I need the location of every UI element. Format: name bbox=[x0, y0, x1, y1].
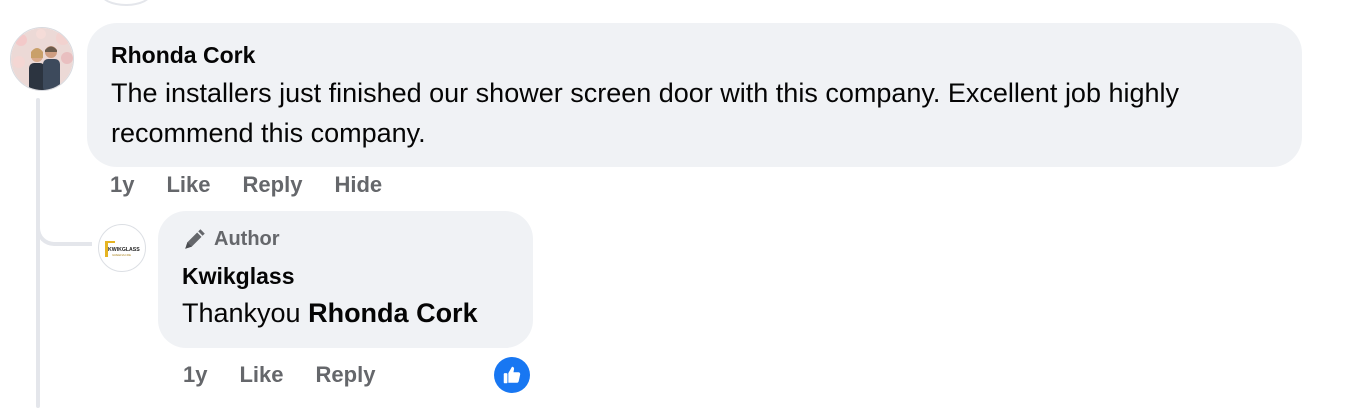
reply-avatar[interactable]: KWIKGLASS GREENACRE bbox=[98, 224, 146, 272]
reply-reply-button[interactable]: Reply bbox=[316, 362, 376, 388]
reply-like-button[interactable]: Like bbox=[239, 362, 283, 388]
reply-actions: 1y Like Reply bbox=[183, 362, 407, 388]
comment-timestamp[interactable]: 1y bbox=[110, 172, 134, 198]
previous-avatar-fragment bbox=[100, 0, 152, 6]
reply-text-prefix: Thankyou bbox=[182, 298, 309, 328]
mention-link[interactable]: Rhonda Cork bbox=[308, 298, 478, 328]
reply-author-name[interactable]: Kwikglass bbox=[182, 261, 509, 291]
reply-bubble: Author Kwikglass Thankyou Rhonda Cork bbox=[158, 211, 533, 348]
reply-connector-line bbox=[36, 206, 92, 246]
reply-button[interactable]: Reply bbox=[243, 172, 303, 198]
author-badge-label: Author bbox=[214, 227, 280, 250]
hide-button[interactable]: Hide bbox=[334, 172, 382, 198]
kwikglass-logo-icon: KWIKGLASS GREENACRE bbox=[105, 241, 140, 257]
comment-author-name[interactable]: Rhonda Cork bbox=[111, 41, 1278, 69]
like-reaction-icon[interactable] bbox=[494, 357, 530, 393]
reply-text: Thankyou Rhonda Cork bbox=[182, 295, 509, 331]
comment-thread: Rhonda Cork The installers just finished… bbox=[0, 0, 1362, 408]
reply-timestamp[interactable]: 1y bbox=[183, 362, 207, 388]
pen-icon bbox=[185, 229, 205, 249]
comment-text: The installers just finished our shower … bbox=[111, 78, 1187, 148]
thread-line bbox=[36, 98, 40, 408]
author-badge: Author bbox=[182, 225, 509, 253]
avatar[interactable] bbox=[10, 27, 74, 91]
comment-actions: 1y Like Reply Hide bbox=[110, 172, 414, 198]
comment-bubble: Rhonda Cork The installers just finished… bbox=[87, 23, 1302, 167]
logo-subtext: GREENACRE bbox=[112, 253, 131, 257]
thumbs-up-icon bbox=[503, 366, 521, 384]
like-button[interactable]: Like bbox=[166, 172, 210, 198]
profile-photo-icon bbox=[11, 28, 73, 90]
